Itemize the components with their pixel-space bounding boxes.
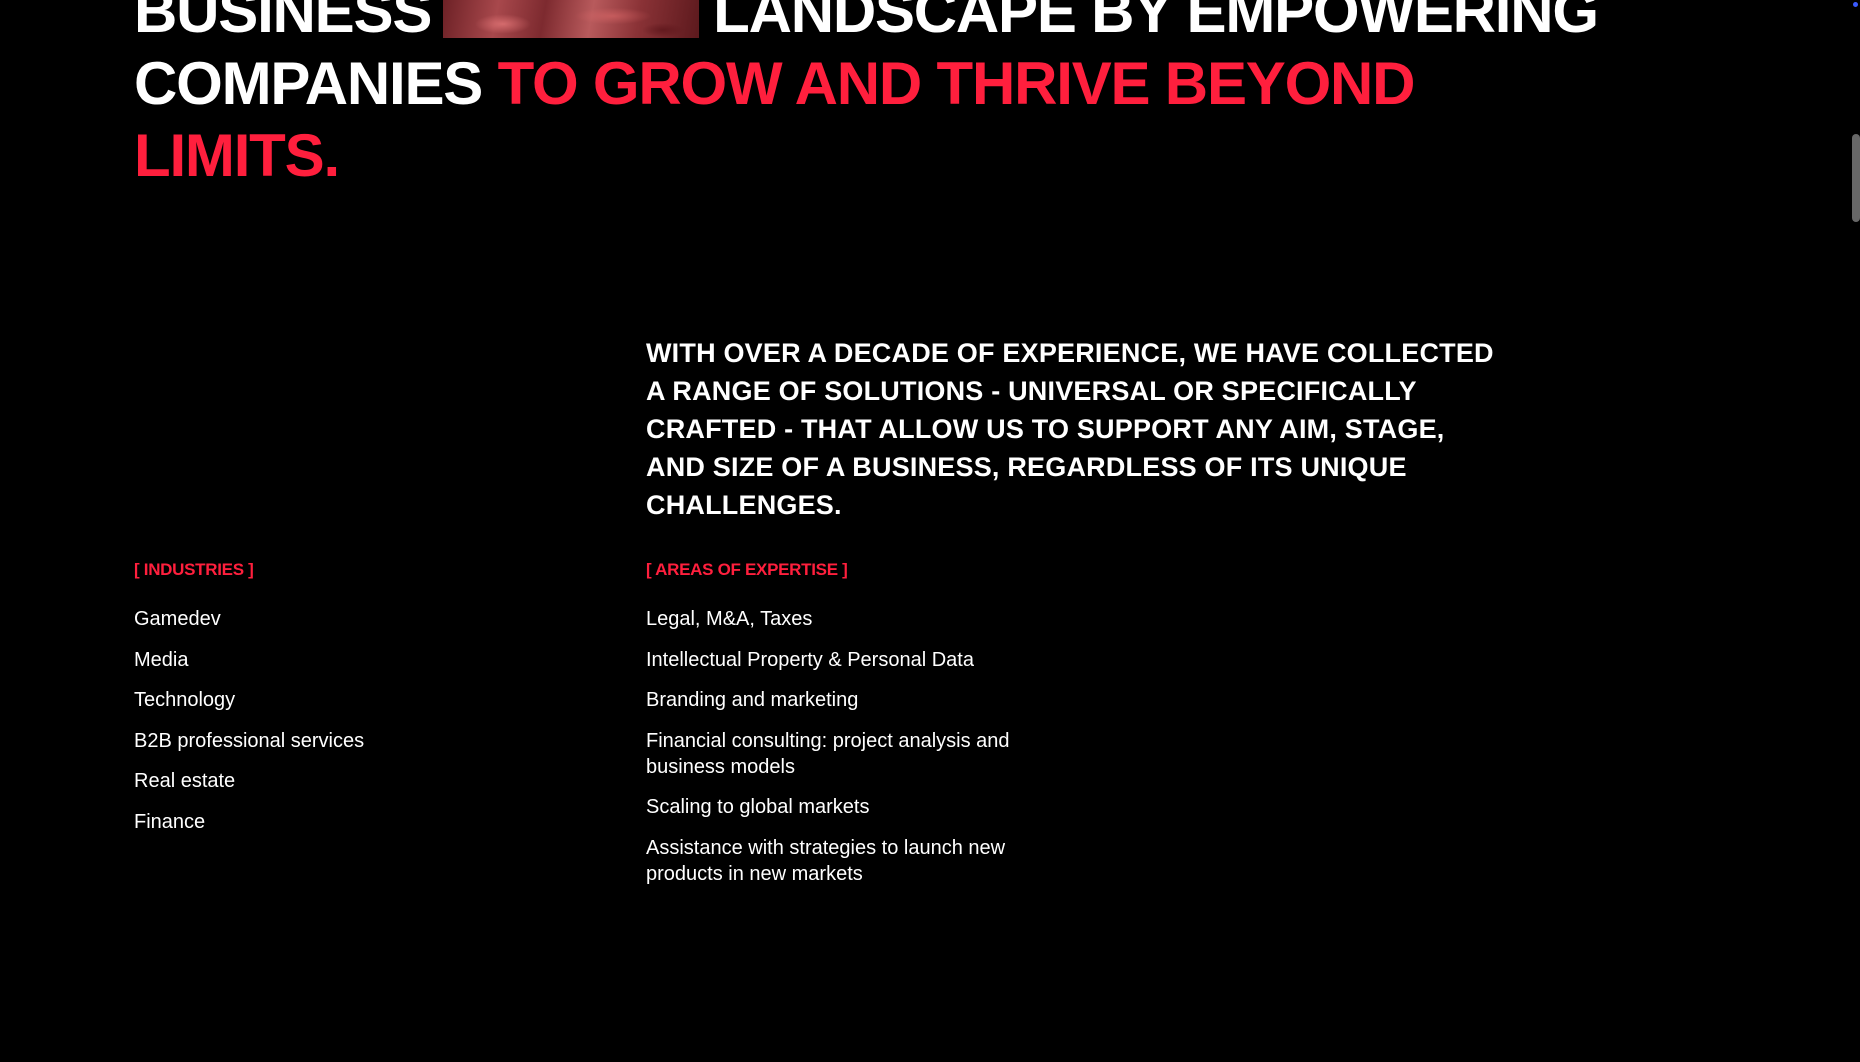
headline-line-1: BUSINESS LANDSCAPE BY EMPOWERING (134, 0, 1694, 48)
expertise-item: Branding and marketing (646, 689, 859, 711)
industry-item: B2B professional services (134, 729, 365, 752)
industry-item: Media (134, 648, 189, 671)
headline-accent-text: TO GROW AND THRIVE BEYOND (497, 50, 1416, 117)
expertise-heading: [ AREAS OF EXPERTISE ] (646, 560, 848, 579)
expertise-column: [ AREAS OF EXPERTISE ] Legal, M&A, Taxes… (646, 560, 1046, 901)
expertise-item: Financial consulting: project analysis a… (646, 729, 1010, 778)
industries-list: Gamedev Media Technology B2B professiona… (134, 606, 554, 835)
intro-paragraph: WITH OVER A DECADE OF EXPERIENCE, WE HAV… (646, 338, 1494, 520)
headline-line-3: LIMITS. (134, 122, 340, 189)
expertise-list: Legal, M&A, Taxes Intellectual Property … (646, 606, 1046, 887)
expertise-item: Legal, M&A, Taxes (646, 608, 813, 630)
page: BUSINESS LANDSCAPE BY EMPOWERING COMPANIE… (0, 0, 1860, 1062)
industries-column: [ INDUSTRIES ] Gamedev Media Technology … (134, 560, 554, 849)
expertise-item: Scaling to global markets (646, 796, 870, 818)
industry-item: Technology (134, 689, 236, 711)
expertise-item: Assistance with strategies to launch new… (646, 836, 1006, 885)
headline-inline-image (443, 0, 700, 38)
headline-line-2: COMPANIES TO GROW AND THRIVE BEYOND (134, 48, 1694, 120)
corner-indicator-dot (1853, 2, 1858, 7)
expertise-item: Intellectual Property & Personal Data (646, 648, 974, 671)
scrollbar-thumb[interactable] (1852, 134, 1860, 222)
industry-item: Finance (134, 810, 206, 833)
headline-text-landscape: LANDSCAPE BY EMPOWERING (713, 0, 1599, 45)
headline-word-business: BUSINESS (134, 0, 432, 45)
industry-item: Gamedev (134, 608, 221, 630)
industry-item: Real estate (134, 770, 236, 792)
headline-word-companies: COMPANIES (134, 50, 483, 117)
industries-heading: [ INDUSTRIES ] (134, 560, 254, 579)
hero-headline: BUSINESS LANDSCAPE BY EMPOWERING COMPANIE… (134, 0, 1694, 192)
